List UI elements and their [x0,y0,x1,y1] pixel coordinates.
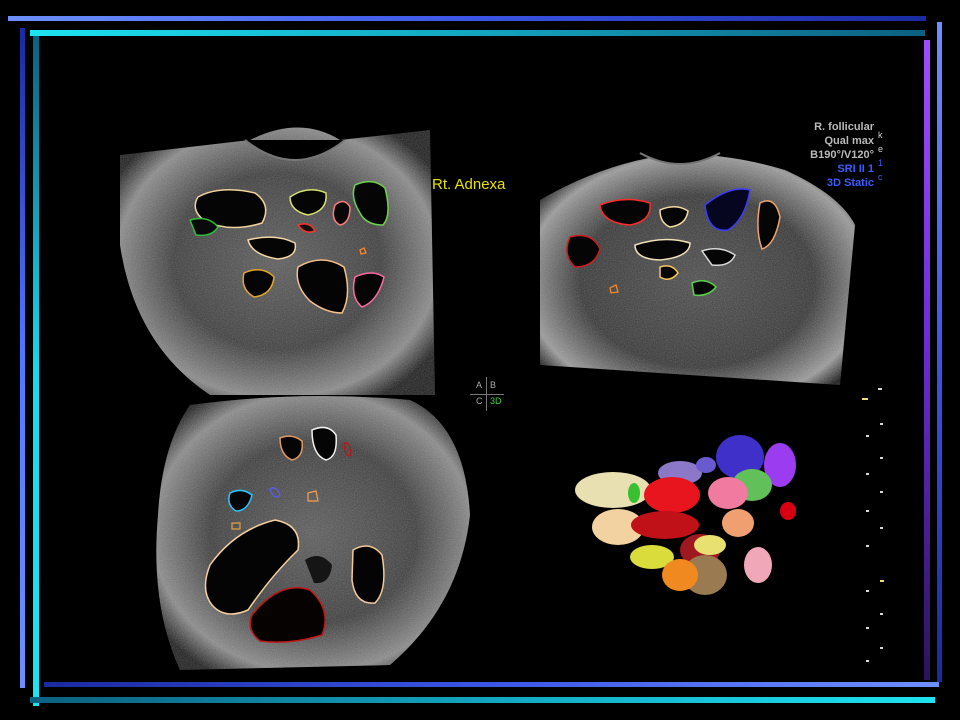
settings-line-2: Qual max [824,135,874,147]
rt-adnexa-label: Rt. Adnexa [432,176,506,193]
side-glyph-1: k [878,130,883,140]
side-glyph-4: c [878,172,883,182]
frame-top-cyan [30,30,925,36]
frame-top-blue [8,16,926,21]
side-glyph-3: 1 [878,158,884,168]
panel-c-scan [156,396,470,670]
settings-line-5: 3D Static [826,177,874,189]
frame-left-cyan [33,36,39,706]
quadrant-3d: 3D [490,396,502,406]
frame-right-violet [924,40,930,680]
quadrant-b: B [490,380,497,390]
frame-bottom-blue [44,682,939,687]
frame-left-blue [20,28,25,688]
settings-line-1: R. follicular [814,121,874,133]
quadrant-divider-v [486,377,487,411]
frame-right-blue [937,22,942,682]
settings-panel: R. follicular Qual max B190°/V120° SRI I… [782,120,874,190]
frame-bottom-cyan [30,697,935,703]
panel-d-3d-render [575,435,796,595]
quadrant-divider-h [470,394,504,395]
quadrant-c: C [476,396,483,406]
settings-line-4: SRI II 1 [837,163,874,175]
quadrant-indicator: A B C 3D [470,377,506,411]
depth-scale-ticks [862,388,884,662]
settings-line-3: B190°/V120° [810,149,874,161]
quadrant-a: A [476,380,483,390]
side-glyph-2: e [878,144,884,154]
side-glyph-column: k e 1 c [878,128,890,184]
panel-a-scan [120,127,435,395]
